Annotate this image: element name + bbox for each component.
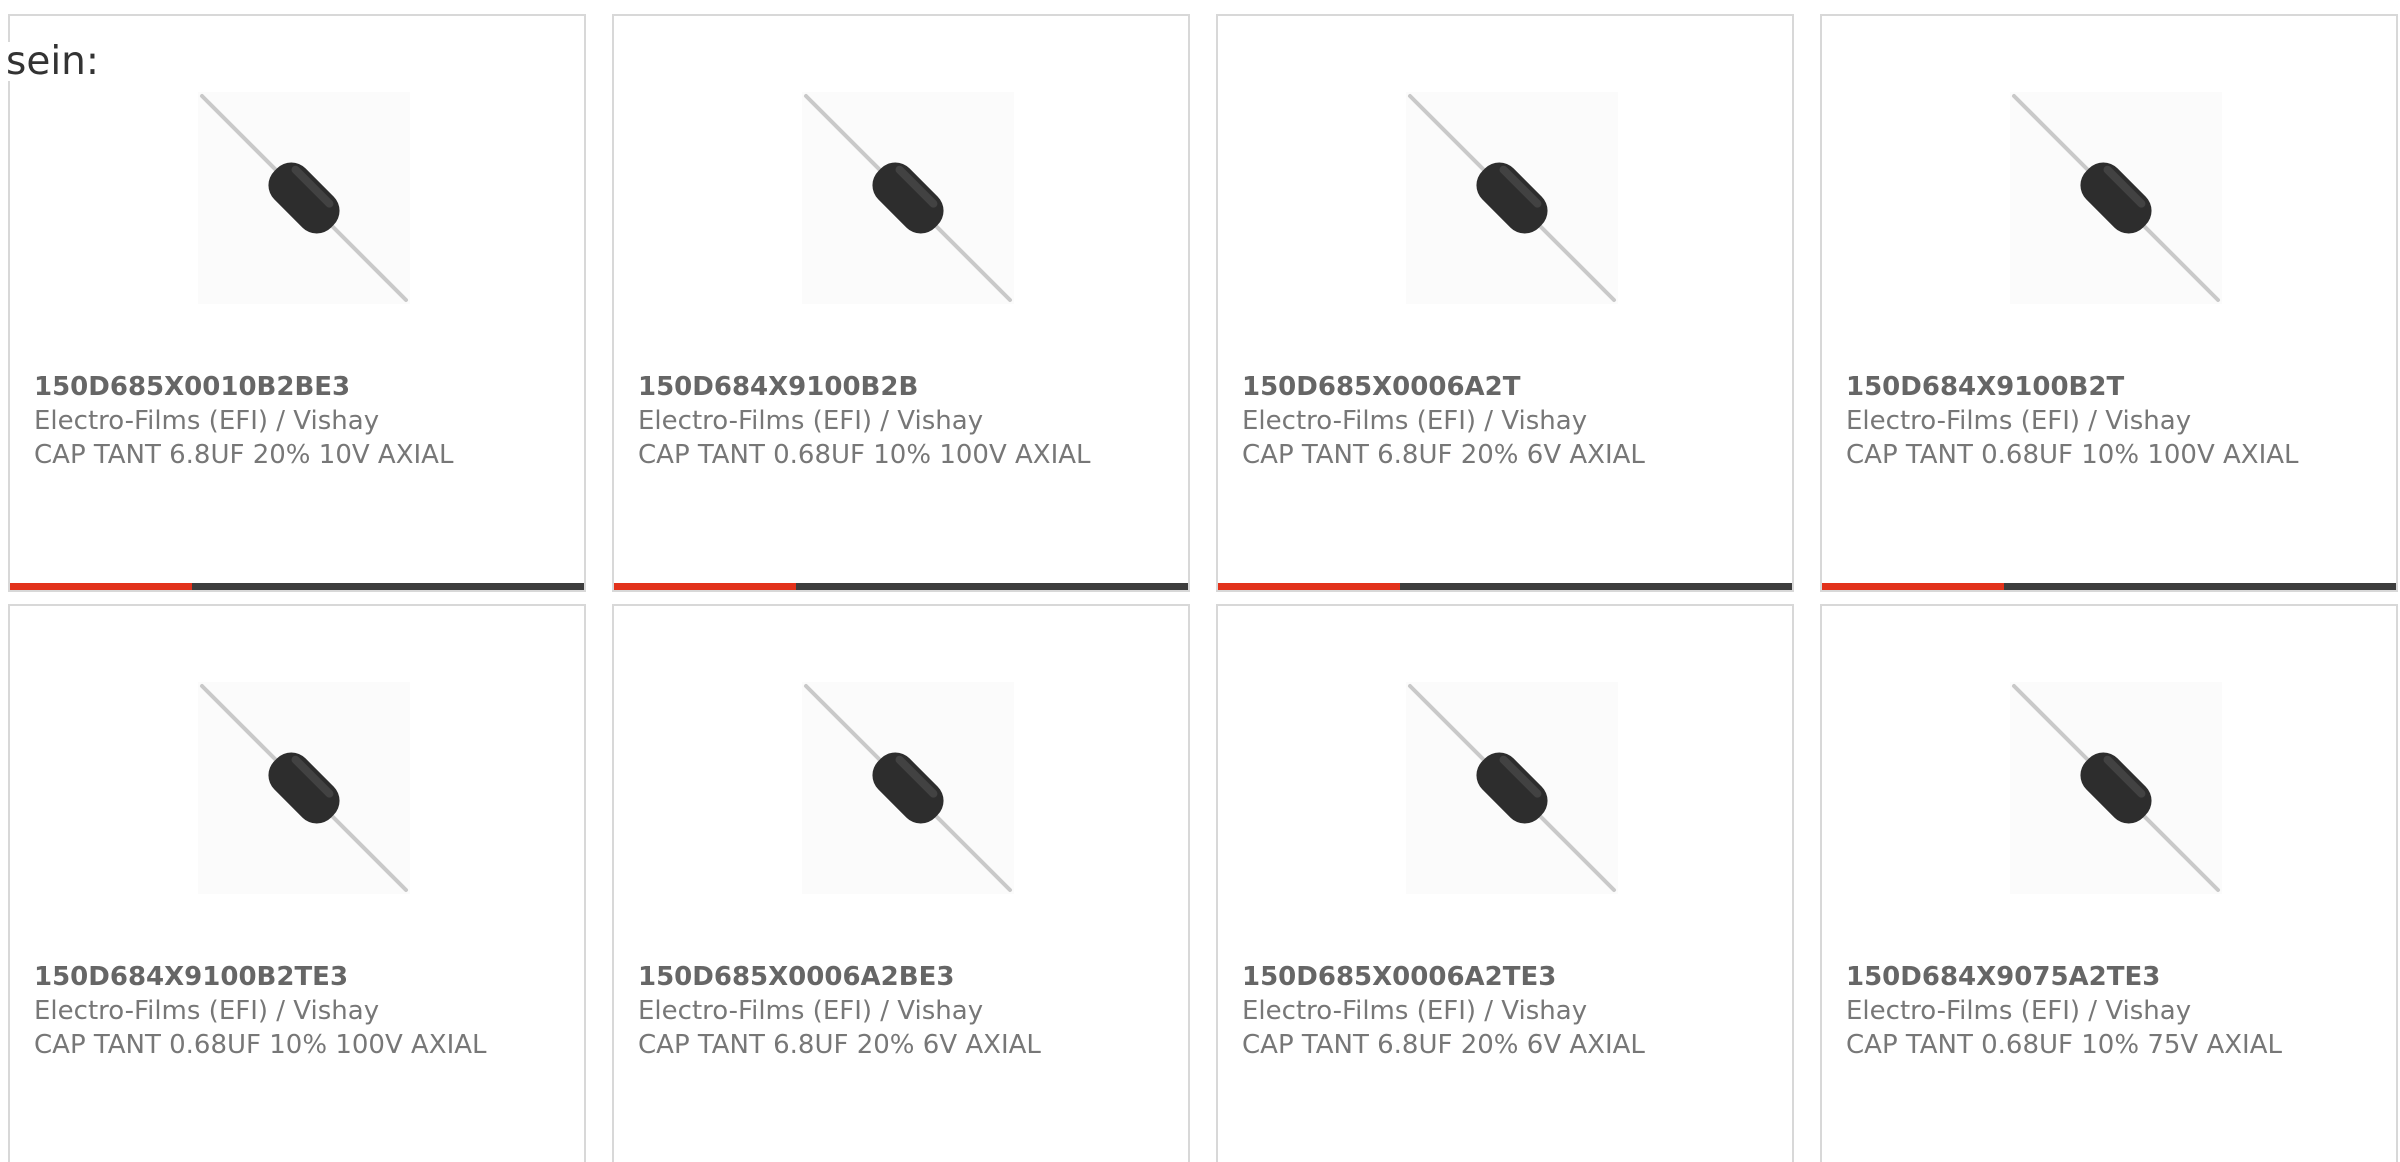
product-details: 150D684X9100B2TE3 Electro-Films (EFI) / …: [34, 960, 504, 1062]
card-progress-accent: [10, 583, 192, 590]
product-image[interactable]: [802, 92, 1014, 304]
product-description: CAP TANT 0.68UF 10% 100V AXIAL: [1846, 440, 2299, 470]
manufacturer-name: Electro-Films (EFI) / Vishay: [1242, 406, 1588, 436]
product-image[interactable]: [198, 92, 410, 304]
product-description: CAP TANT 6.8UF 20% 10V AXIAL: [34, 440, 454, 470]
part-number[interactable]: 150D684X9100B2B: [638, 370, 1108, 404]
part-number[interactable]: 150D684X9075A2TE3: [1846, 960, 2316, 994]
product-description: CAP TANT 0.68UF 10% 100V AXIAL: [638, 440, 1091, 470]
card-progress-bar: [1822, 583, 2396, 590]
axial-tantalum-capacitor-icon: [804, 684, 1012, 892]
card-progress-bar: [614, 583, 1188, 590]
product-card[interactable]: 150D685X0006A2BE3 Electro-Films (EFI) / …: [612, 604, 1190, 1162]
product-details: 150D684X9100B2T Electro-Films (EFI) / Vi…: [1846, 370, 2316, 472]
part-number[interactable]: 150D685X0006A2TE3: [1242, 960, 1712, 994]
product-description: CAP TANT 0.68UF 10% 100V AXIAL: [34, 1030, 487, 1060]
product-card[interactable]: 150D684X9100B2TE3 Electro-Films (EFI) / …: [8, 604, 586, 1162]
card-progress-bar: [10, 583, 584, 590]
product-card[interactable]: 150D684X9075A2TE3 Electro-Films (EFI) / …: [1820, 604, 2398, 1162]
product-image[interactable]: [1406, 682, 1618, 894]
product-image[interactable]: [2010, 92, 2222, 304]
axial-tantalum-capacitor-icon: [2012, 94, 2220, 302]
product-image[interactable]: [2010, 682, 2222, 894]
intro-text: sein:: [6, 39, 100, 84]
product-grid-page: sein: 150D685X0010B2BE3 Electro-Films (E…: [0, 0, 2400, 1162]
manufacturer-name: Electro-Films (EFI) / Vishay: [638, 406, 984, 436]
axial-tantalum-capacitor-icon: [200, 684, 408, 892]
product-description: CAP TANT 6.8UF 20% 6V AXIAL: [638, 1030, 1041, 1060]
manufacturer-name: Electro-Films (EFI) / Vishay: [1242, 996, 1588, 1026]
axial-tantalum-capacitor-icon: [2012, 684, 2220, 892]
part-number[interactable]: 150D684X9100B2T: [1846, 370, 2316, 404]
product-image[interactable]: [1406, 92, 1618, 304]
card-progress-accent: [1822, 583, 2004, 590]
product-image[interactable]: [198, 682, 410, 894]
manufacturer-name: Electro-Films (EFI) / Vishay: [1846, 996, 2192, 1026]
manufacturer-name: Electro-Films (EFI) / Vishay: [34, 406, 380, 436]
card-progress-accent: [614, 583, 796, 590]
manufacturer-name: Electro-Films (EFI) / Vishay: [638, 996, 984, 1026]
axial-tantalum-capacitor-icon: [1408, 94, 1616, 302]
card-progress-bar: [1218, 583, 1792, 590]
product-details: 150D685X0010B2BE3 Electro-Films (EFI) / …: [34, 370, 504, 472]
product-grid: 150D685X0010B2BE3 Electro-Films (EFI) / …: [0, 0, 2400, 1162]
product-image[interactable]: [802, 682, 1014, 894]
product-details: 150D684X9100B2B Electro-Films (EFI) / Vi…: [638, 370, 1108, 472]
manufacturer-name: Electro-Films (EFI) / Vishay: [1846, 406, 2192, 436]
axial-tantalum-capacitor-icon: [1408, 684, 1616, 892]
product-card[interactable]: 150D685X0006A2TE3 Electro-Films (EFI) / …: [1216, 604, 1794, 1162]
product-card[interactable]: 150D684X9100B2T Electro-Films (EFI) / Vi…: [1820, 14, 2398, 592]
manufacturer-name: Electro-Films (EFI) / Vishay: [34, 996, 380, 1026]
product-card[interactable]: 150D685X0006A2T Electro-Films (EFI) / Vi…: [1216, 14, 1794, 592]
product-description: CAP TANT 6.8UF 20% 6V AXIAL: [1242, 440, 1645, 470]
product-details: 150D685X0006A2T Electro-Films (EFI) / Vi…: [1242, 370, 1712, 472]
product-details: 150D685X0006A2TE3 Electro-Films (EFI) / …: [1242, 960, 1712, 1062]
product-card[interactable]: 150D685X0010B2BE3 Electro-Films (EFI) / …: [8, 14, 586, 592]
product-details: 150D684X9075A2TE3 Electro-Films (EFI) / …: [1846, 960, 2316, 1062]
part-number[interactable]: 150D684X9100B2TE3: [34, 960, 504, 994]
product-description: CAP TANT 6.8UF 20% 6V AXIAL: [1242, 1030, 1645, 1060]
product-description: CAP TANT 0.68UF 10% 75V AXIAL: [1846, 1030, 2282, 1060]
part-number[interactable]: 150D685X0010B2BE3: [34, 370, 504, 404]
part-number[interactable]: 150D685X0006A2BE3: [638, 960, 1108, 994]
part-number[interactable]: 150D685X0006A2T: [1242, 370, 1712, 404]
product-card[interactable]: 150D684X9100B2B Electro-Films (EFI) / Vi…: [612, 14, 1190, 592]
card-progress-accent: [1218, 583, 1400, 590]
product-details: 150D685X0006A2BE3 Electro-Films (EFI) / …: [638, 960, 1108, 1062]
axial-tantalum-capacitor-icon: [200, 94, 408, 302]
axial-tantalum-capacitor-icon: [804, 94, 1012, 302]
